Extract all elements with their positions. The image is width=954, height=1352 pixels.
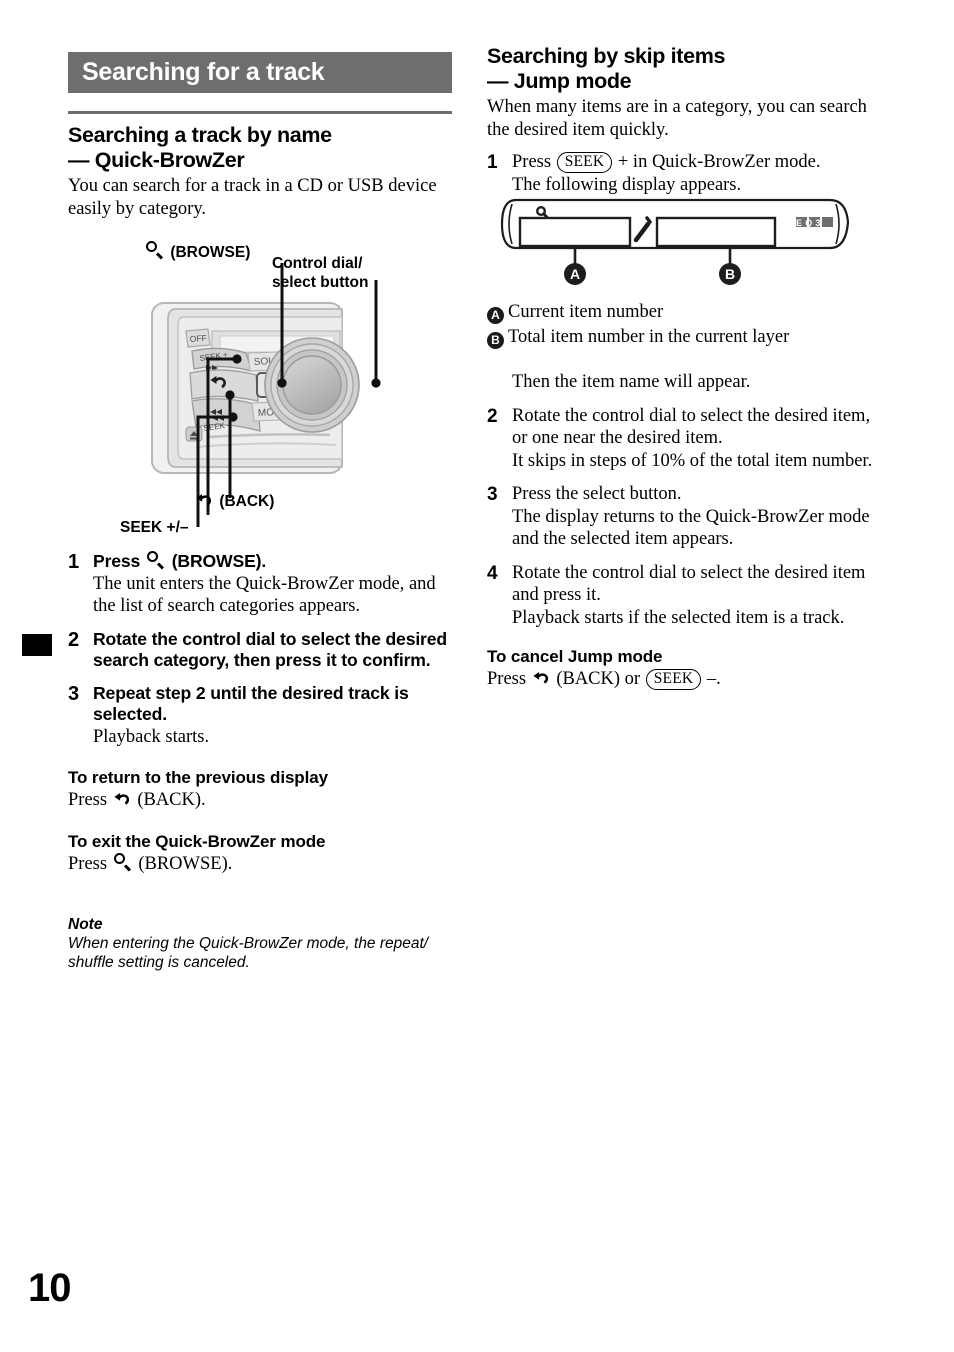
right-step-4: 4 Rotate the control dial to select the … bbox=[487, 562, 879, 630]
right-step-4-desc: Playback starts if the selected item is … bbox=[512, 607, 845, 628]
return-previous-text: Press (BACK). bbox=[68, 789, 452, 812]
right-step-1: 1 Press SEEK + in Quick-BrowZer mode. Th… bbox=[487, 151, 879, 196]
note-block: Note When entering the Quick-BrowZer mod… bbox=[68, 915, 452, 972]
right-column: Searching by skip items — Jump mode When… bbox=[487, 44, 879, 691]
seek-button-label: SEEK bbox=[645, 669, 702, 690]
right-step-1-pre: Press bbox=[512, 152, 552, 172]
exit-mode-text: Press (BROWSE). bbox=[68, 852, 452, 876]
car-stereo-figure: OFF SEEK + SOU bbox=[100, 235, 472, 540]
figure-label-browse-text: (BROWSE) bbox=[170, 244, 251, 261]
right-step-3: 3 Press the select button. The display r… bbox=[487, 483, 879, 551]
legend-item-b: B Total item number in the current layer bbox=[487, 326, 879, 349]
section-banner: Searching for a track bbox=[68, 52, 452, 93]
cancel-jump-post: –. bbox=[706, 669, 721, 689]
right-step-4-title: Rotate the control dial to select the de… bbox=[512, 562, 866, 606]
right-step-3-desc: The display returns to the Quick-BrowZer… bbox=[512, 506, 870, 550]
legend-item-a: A Current item number bbox=[487, 301, 879, 324]
exit-mode-heading: To exit the Quick-BrowZer mode bbox=[68, 831, 326, 851]
subsection-heading-line2: — Quick-BrowZer bbox=[68, 148, 245, 172]
return-previous-post: (BACK). bbox=[137, 790, 206, 810]
figure-label-back-text: (BACK) bbox=[219, 493, 275, 510]
right-step-3-title: Press the select button. bbox=[512, 484, 682, 504]
left-step-3-number: 3 bbox=[68, 682, 80, 705]
svg-text:A: A bbox=[570, 266, 580, 282]
subsection-heading-line1: Searching a track by name bbox=[68, 123, 332, 147]
right-step-3-number: 3 bbox=[487, 484, 498, 505]
right-heading-line1: Searching by skip items bbox=[487, 44, 726, 68]
manual-page: Searching for a track Searching a track … bbox=[0, 0, 954, 1352]
right-step-2: 2 Rotate the control dial to select the … bbox=[487, 405, 879, 473]
right-step-4-number: 4 bbox=[487, 562, 498, 584]
edge-thumb-tab bbox=[22, 634, 52, 656]
figure-label-control-dial-line1: Control dial/ bbox=[272, 255, 363, 272]
right-step-1-number: 1 bbox=[487, 152, 498, 173]
right-step-1-title: Press SEEK + in Quick-BrowZer mode. bbox=[512, 151, 879, 174]
return-previous-heading: To return to the previous display bbox=[68, 768, 328, 787]
note-heading: Note bbox=[68, 916, 103, 933]
right-step-2-desc: It skips in steps of 10% of the total it… bbox=[512, 450, 873, 471]
left-step-3-desc: Playback starts. bbox=[93, 726, 210, 747]
left-step-3-title: Repeat step 2 until the desired track is… bbox=[93, 682, 409, 725]
seek-button-label: SEEK bbox=[556, 152, 613, 173]
right-heading-line2: — Jump mode bbox=[487, 69, 632, 93]
magnifier-icon bbox=[146, 551, 165, 569]
subsection-heading: Searching a track by name — Quick-BrowZe… bbox=[68, 123, 452, 173]
back-arrow-icon bbox=[533, 671, 550, 687]
right-step-1-desc: The following display appears. bbox=[512, 174, 742, 195]
svg-text:OFF: OFF bbox=[189, 333, 207, 344]
badge-a: A bbox=[487, 307, 504, 324]
right-intro-text: When many items are in a category, you c… bbox=[487, 97, 867, 140]
left-step-1-title-pre: Press bbox=[93, 551, 141, 571]
figure-label-control-dial-line2: select button bbox=[272, 273, 369, 291]
section-banner-title: Searching for a track bbox=[82, 58, 325, 86]
left-step-2: 2 Rotate the control dial to select the … bbox=[68, 629, 452, 672]
cancel-jump-mid: (BACK) or bbox=[556, 669, 641, 689]
figure-label-seek: SEEK +/– bbox=[120, 519, 189, 536]
note-text: When entering the Quick-BrowZer mode, th… bbox=[68, 935, 429, 971]
magnifier-icon bbox=[146, 241, 164, 259]
return-previous-pre: Press bbox=[68, 790, 108, 810]
cancel-jump-text: Press (BACK) or SEEK –. bbox=[487, 668, 879, 691]
svg-text:EQ3: EQ3 bbox=[796, 218, 824, 228]
figure-label-control-dial: Control dial/ select button bbox=[272, 255, 368, 292]
back-arrow-icon bbox=[196, 493, 213, 509]
figure-label-browse: (BROWSE) bbox=[144, 241, 250, 263]
back-arrow-icon bbox=[114, 792, 131, 808]
display-panel-figure: EQ3 A B bbox=[500, 196, 872, 288]
exit-mode-post: (BROWSE). bbox=[138, 853, 233, 874]
cancel-jump-pre: Press bbox=[487, 669, 527, 689]
left-step-1-title: Press (BROWSE). bbox=[93, 551, 452, 573]
left-step-3: 3 Repeat step 2 until the desired track … bbox=[68, 683, 452, 749]
right-step-2-number: 2 bbox=[487, 405, 498, 427]
left-step-2-number: 2 bbox=[68, 628, 80, 651]
left-step-1-number: 1 bbox=[68, 551, 80, 573]
right-subsection-heading: Searching by skip items — Jump mode bbox=[487, 44, 879, 94]
left-step-1-desc: The unit enters the Quick-BrowZer mode, … bbox=[93, 573, 436, 617]
left-intro-text: You can search for a track in a CD or US… bbox=[68, 176, 437, 219]
then-item-name-text: Then the item name will appear. bbox=[512, 372, 751, 392]
badge-b: B bbox=[487, 332, 504, 349]
left-step-1-title-post: (BROWSE). bbox=[171, 551, 267, 571]
left-step-2-title: Rotate the control dial to select the de… bbox=[93, 628, 447, 671]
display-legend: A Current item number B Total item number … bbox=[487, 301, 879, 349]
page-number: 10 bbox=[28, 1266, 71, 1310]
exit-mode-pre: Press bbox=[68, 853, 108, 874]
heading-rule bbox=[68, 111, 452, 114]
cancel-jump-heading: To cancel Jump mode bbox=[487, 647, 663, 666]
right-step-2-title: Rotate the control dial to select the de… bbox=[512, 405, 871, 449]
magnifier-icon bbox=[113, 852, 132, 871]
legend-item-b-text: Total item number in the current layer bbox=[508, 327, 790, 347]
figure-label-back: (BACK) bbox=[194, 493, 274, 512]
svg-text:B: B bbox=[725, 266, 735, 282]
right-step-1-post: + in Quick-BrowZer mode. bbox=[617, 152, 821, 172]
legend-item-a-text: Current item number bbox=[508, 302, 664, 322]
left-step-1: 1 Press (BROWSE). The unit enters the Qu… bbox=[68, 551, 452, 618]
